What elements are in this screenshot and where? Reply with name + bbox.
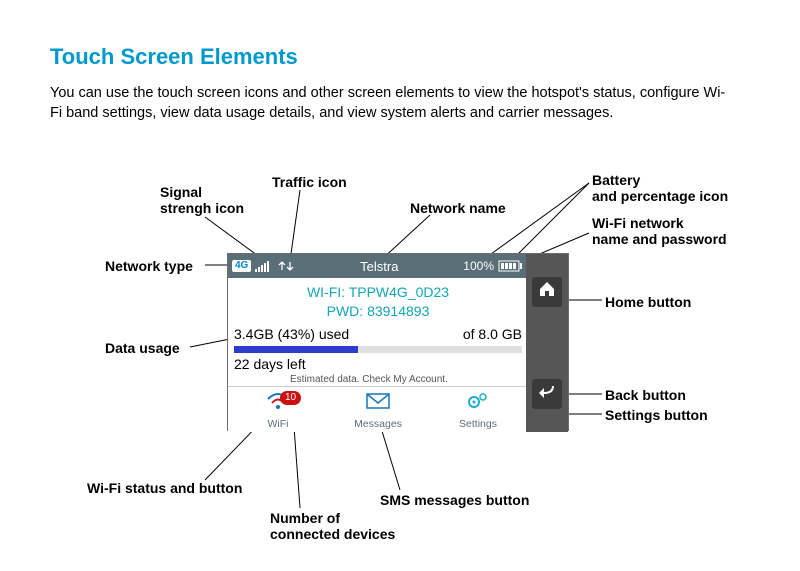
days-left: 22 days left: [234, 356, 306, 372]
messages-button[interactable]: Messages: [338, 391, 418, 430]
gear-icon: [466, 398, 490, 415]
wifi-button-label: WiFi: [238, 418, 318, 430]
status-bar: 4G Telstra 100%: [228, 254, 528, 278]
home-button[interactable]: [532, 277, 562, 307]
wifi-label: WI-FI:: [307, 284, 345, 300]
side-buttons: [526, 254, 568, 432]
connected-devices-badge: 10: [280, 391, 301, 405]
back-arrow-icon: [537, 382, 557, 407]
traffic-icon: [277, 260, 295, 272]
pwd-value: 83914893: [367, 303, 429, 319]
home-icon: [537, 279, 557, 304]
data-usage-bar: [234, 346, 522, 353]
bottom-nav: 10 WiFi Messages Settings: [228, 387, 528, 432]
battery-percent: 100%: [463, 259, 494, 273]
wifi-ssid: TPPW4G_0D23: [349, 284, 449, 300]
network-type-badge: 4G: [232, 260, 251, 272]
back-button[interactable]: [532, 379, 562, 409]
carrier-name: Telstra: [299, 259, 459, 274]
estimated-note: Estimated data. Check My Account.: [290, 374, 448, 385]
signal-strength-icon: [255, 260, 273, 272]
data-usage-row: 3.4GB (43%) used of 8.0 GB: [234, 326, 522, 342]
data-total-text: of 8.0 GB: [463, 326, 522, 342]
settings-button[interactable]: Settings: [438, 391, 518, 430]
wifi-button[interactable]: 10 WiFi: [238, 391, 318, 430]
envelope-icon: [365, 398, 391, 415]
data-used-text: 3.4GB (43%) used: [234, 326, 349, 342]
data-usage-fill: [234, 346, 358, 353]
messages-button-label: Messages: [338, 418, 418, 430]
wifi-credentials-block[interactable]: WI-FI: TPPW4G_0D23 PWD: 83914893: [228, 283, 528, 321]
settings-button-label: Settings: [438, 418, 518, 430]
device-frame: 4G Telstra 100% WI-FI: TPPW4G_0D23 PWD: …: [227, 253, 569, 431]
device-screen: 4G Telstra 100% WI-FI: TPPW4G_0D23 PWD: …: [228, 254, 528, 432]
battery-icon: [498, 260, 524, 272]
pwd-label: PWD:: [327, 303, 364, 319]
